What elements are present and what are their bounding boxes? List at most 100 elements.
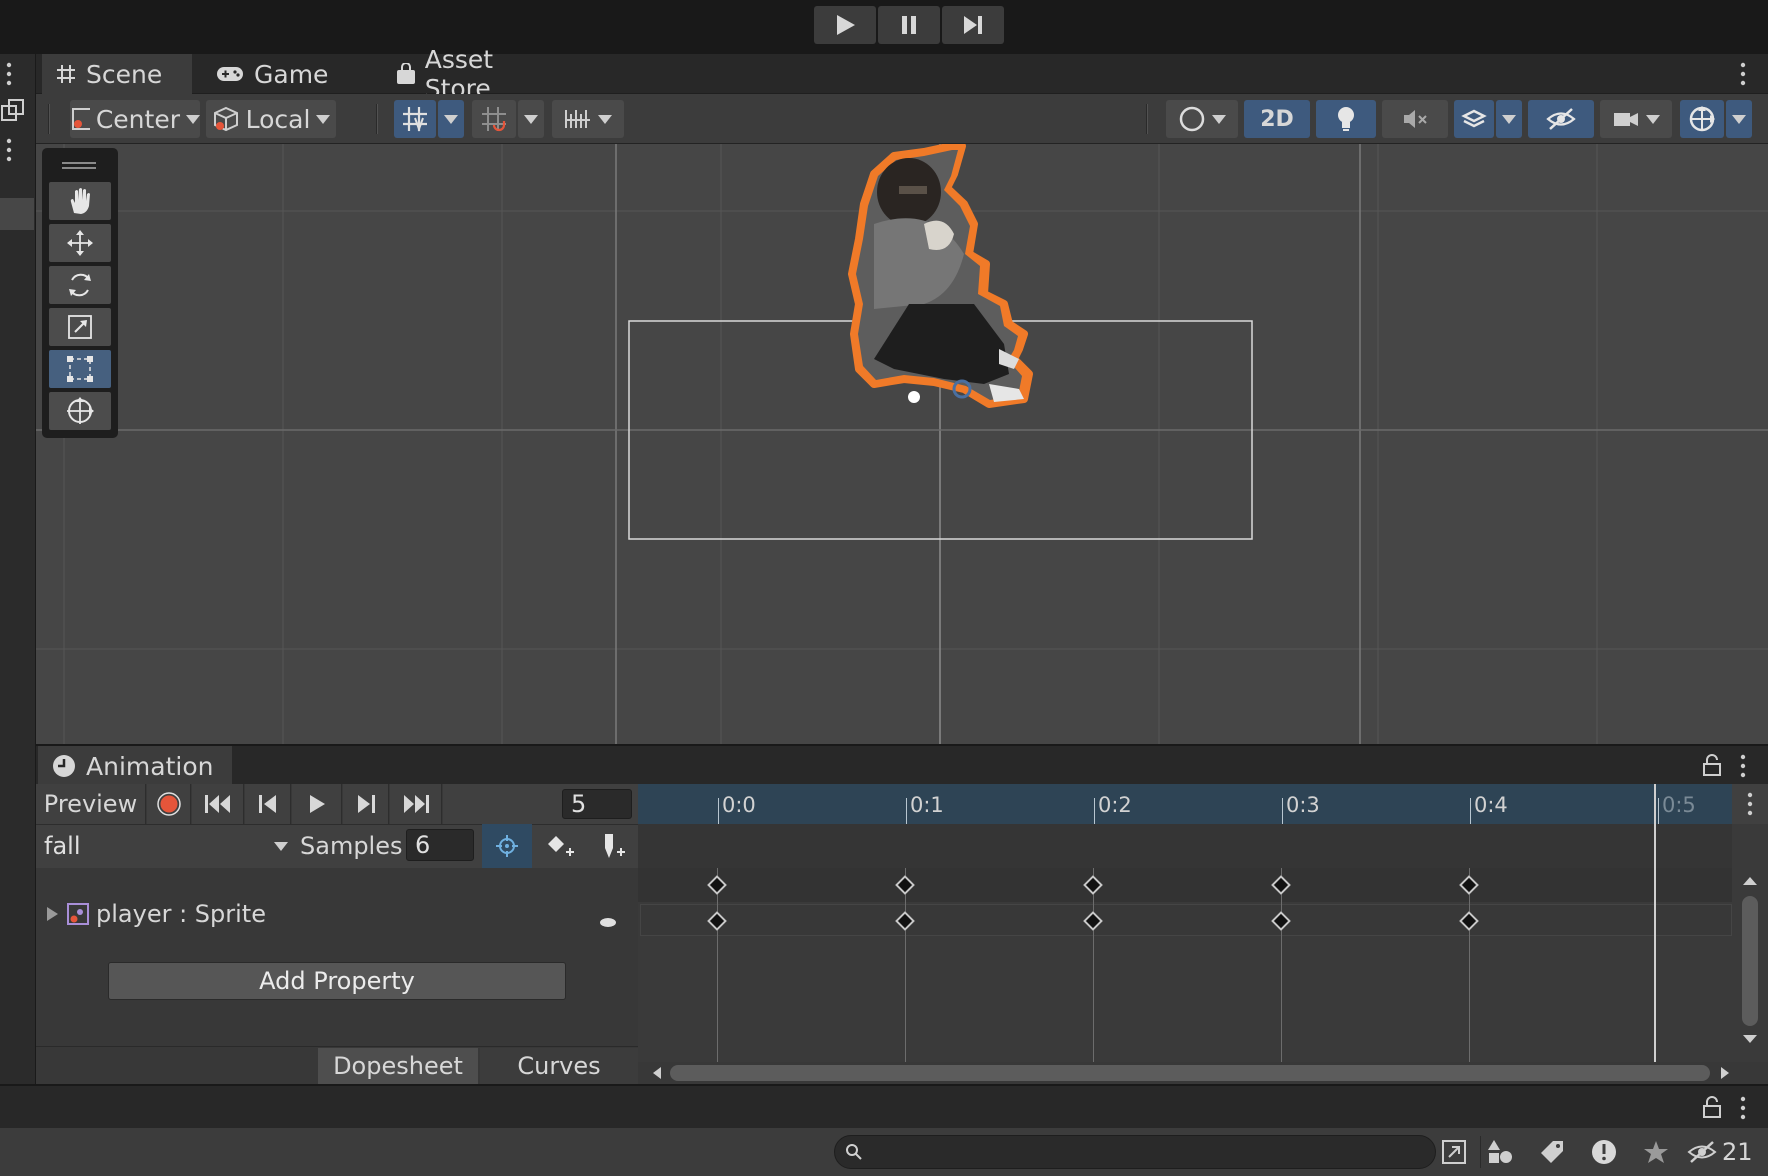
lock-icon[interactable] <box>1702 1096 1722 1118</box>
animation-play-button[interactable] <box>292 784 342 824</box>
shading-mode-dropdown[interactable] <box>1166 100 1238 138</box>
tab-label: Scene <box>86 59 163 89</box>
property-row[interactable]: player : Sprite <box>44 900 266 928</box>
gizmo-globe-icon <box>1689 106 1715 132</box>
summary-keyframe[interactable] <box>895 875 915 895</box>
add-event-icon <box>605 834 625 858</box>
rect-tool-button[interactable] <box>49 350 111 388</box>
tab-asset-store[interactable]: Asset Store <box>382 45 572 103</box>
sprite-keyframe[interactable] <box>895 911 915 931</box>
open-window-button[interactable] <box>1432 1134 1476 1170</box>
next-keyframe-button[interactable] <box>343 784 389 824</box>
pop-out-icon[interactable] <box>0 98 26 124</box>
sprite-keyframe[interactable] <box>1271 911 1291 931</box>
play-button[interactable] <box>814 6 876 44</box>
snap-increment-toggle[interactable] <box>472 100 516 138</box>
grid-options-dropdown[interactable] <box>438 100 464 138</box>
search-text-field[interactable] <box>871 1140 1435 1164</box>
record-button[interactable] <box>147 784 191 824</box>
add-property-button[interactable]: Add Property <box>108 962 566 1000</box>
vertical-scroll-thumb[interactable] <box>1742 896 1758 1026</box>
hidden-objects-toggle[interactable]: 21 <box>1686 1134 1766 1170</box>
grid-visibility-toggle[interactable] <box>394 100 436 138</box>
scroll-right-icon[interactable] <box>1718 1064 1732 1082</box>
pivot-rotation-dropdown[interactable]: Local <box>206 100 336 138</box>
rotate-tool-button[interactable] <box>49 266 111 304</box>
samples-value: 6 <box>415 831 431 859</box>
add-keyframe-button[interactable] <box>536 824 586 868</box>
dopesheet-tab[interactable]: Dopesheet <box>318 1048 478 1084</box>
transform-tool-button[interactable] <box>49 392 111 430</box>
tab-scene[interactable]: Scene <box>42 54 192 94</box>
sprite-keyframe[interactable] <box>707 911 727 931</box>
scroll-left-icon[interactable] <box>650 1064 664 1082</box>
clip-selector-dropdown[interactable]: fall <box>40 828 292 864</box>
chevron-down-icon <box>444 114 458 124</box>
pause-button[interactable] <box>878 6 940 44</box>
summary-keyframe[interactable] <box>1083 875 1103 895</box>
sprite-keyframe[interactable] <box>1459 911 1479 931</box>
summary-keyframe[interactable] <box>707 875 727 895</box>
current-frame-field[interactable]: 5 <box>562 789 632 819</box>
move-tool-button[interactable] <box>49 224 111 262</box>
scene-tab-bar: Scene Game Asset Store <box>36 45 1768 103</box>
tab-label: Animation <box>86 751 214 781</box>
tab-animation[interactable]: Animation <box>38 746 232 786</box>
property-toggle-dot[interactable] <box>600 918 616 927</box>
chevron-down-icon <box>524 114 538 124</box>
first-keyframe-button[interactable] <box>192 784 244 824</box>
curves-tab[interactable]: Curves <box>480 1048 638 1084</box>
player-sprite[interactable] <box>814 144 1074 504</box>
errors-filter-button[interactable] <box>1582 1134 1626 1170</box>
scale-tool-button[interactable] <box>49 308 111 346</box>
summary-keyframe[interactable] <box>1459 875 1479 895</box>
snap-to-frame-toggle[interactable] <box>482 824 532 868</box>
favorites-button[interactable] <box>1634 1134 1678 1170</box>
chevron-down-icon <box>274 841 288 851</box>
tab-game[interactable]: Game <box>202 54 352 94</box>
timeline-options-button[interactable] <box>1732 784 1768 824</box>
gizmos-dropdown[interactable] <box>1726 100 1752 138</box>
scroll-up-icon[interactable] <box>1740 874 1760 888</box>
increment-snap-dropdown[interactable] <box>552 100 624 138</box>
effects-options-dropdown[interactable] <box>1496 100 1522 138</box>
preview-button[interactable]: Preview <box>36 784 146 824</box>
more-options-icon[interactable] <box>1738 754 1748 778</box>
more-options-icon[interactable] <box>1738 62 1748 86</box>
samples-field[interactable]: 6 <box>406 829 474 861</box>
toggle-2d-button[interactable]: 2D <box>1244 100 1310 138</box>
horizontal-scrollbar[interactable] <box>638 1062 1768 1084</box>
hand-tool-button[interactable] <box>49 182 111 220</box>
add-keyframe-icon <box>548 836 574 856</box>
step-button[interactable] <box>942 6 1004 44</box>
more-options-icon[interactable] <box>1738 1096 1748 1120</box>
last-keyframe-button[interactable] <box>390 784 442 824</box>
scene-visibility-toggle[interactable] <box>1528 100 1594 138</box>
previous-keyframe-button[interactable] <box>245 784 291 824</box>
more-options-icon[interactable] <box>4 138 14 162</box>
snap-options-dropdown[interactable] <box>518 100 544 138</box>
horizontal-scroll-thumb[interactable] <box>670 1065 1710 1081</box>
gamepad-icon <box>217 67 243 81</box>
scene-camera-dropdown[interactable] <box>1600 100 1672 138</box>
filter-by-label-button[interactable] <box>1530 1134 1574 1170</box>
summary-keyframe[interactable] <box>1271 875 1291 895</box>
dopesheet-panel[interactable]: 0:0 0:1 0:2 0:3 0:4 0:5 <box>638 784 1768 1084</box>
last-keyframe-icon <box>403 795 429 813</box>
more-options-icon[interactable] <box>4 62 14 86</box>
filter-by-type-button[interactable] <box>1478 1134 1522 1170</box>
scene-effects-toggle[interactable] <box>1454 100 1494 138</box>
search-input[interactable] <box>834 1135 1436 1169</box>
add-event-button[interactable] <box>588 824 638 868</box>
lock-icon[interactable] <box>1702 754 1722 776</box>
sprite-keyframe[interactable] <box>1083 911 1103 931</box>
scroll-down-icon[interactable] <box>1740 1032 1760 1046</box>
scene-lighting-toggle[interactable] <box>1316 100 1376 138</box>
scene-audio-toggle[interactable] <box>1382 100 1448 138</box>
scene-viewport[interactable] <box>36 144 1768 744</box>
pivot-mode-dropdown[interactable]: Center <box>70 100 200 138</box>
expand-arrow-icon[interactable] <box>44 905 60 923</box>
chevron-down-icon <box>1646 114 1660 124</box>
vertical-scrollbar[interactable] <box>1740 874 1760 1054</box>
gizmos-toggle[interactable] <box>1680 100 1724 138</box>
